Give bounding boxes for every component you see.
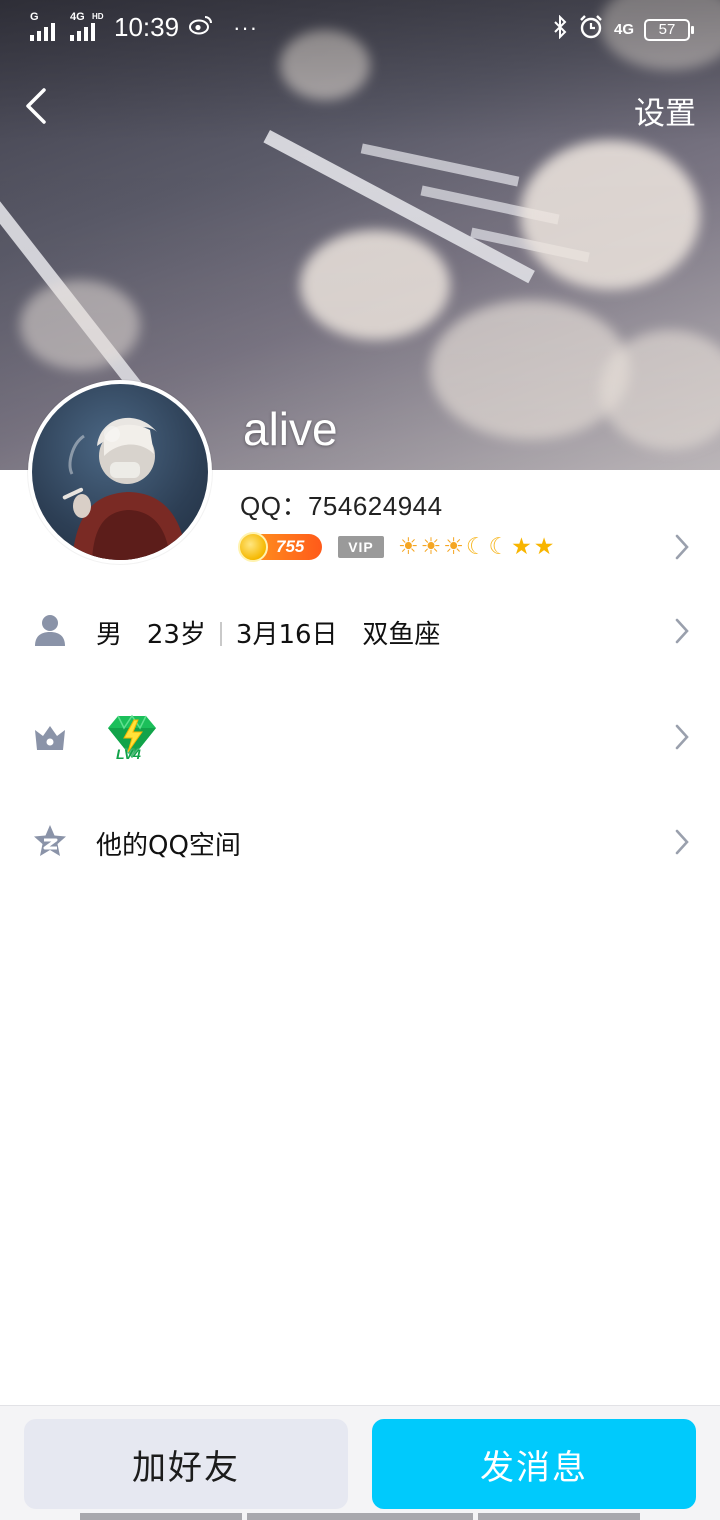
signal-hd-label: HD [92,11,104,21]
qzone-label: 他的QQ空间 [96,831,241,861]
chevron-left-icon [26,88,46,124]
coin-count: 755 [276,537,305,556]
birthday: 3月16日 [235,620,338,650]
signal-icon: 4G HD [70,11,104,41]
green-diamond-lv4-badge[interactable]: LV4 [104,712,160,768]
status-right: 4G 57 [552,14,694,45]
badges-row[interactable]: 755 VIP ☀ ☀ ☀ ☾ ☾ ★ ★ [238,532,554,562]
network-type-icon: 4G [613,21,634,38]
qq-number: QQ：754624944 [240,486,443,523]
qq-number-value: 754624944 [307,491,443,521]
avatar-illustration [62,417,187,560]
alarm-icon [578,14,604,45]
chevron-right-icon [675,829,689,855]
bottom-action-bar: 加好友 发消息 [0,1405,720,1520]
bluetooth-icon [552,14,568,44]
settings-button[interactable]: 设置 [634,88,696,133]
add-friend-button[interactable]: 加好友 [24,1419,348,1509]
back-button[interactable] [18,84,58,128]
chevron-right-icon [675,618,689,644]
battery-icon: 57 [644,18,694,41]
sun-icon: ☀ [420,534,442,560]
nav-bar-indicator[interactable] [478,1513,640,1520]
status-bar: G 4G HD 10:39 ··· 4G 57 [0,0,720,56]
avatar[interactable] [28,380,212,564]
status-left: G 4G HD 10:39 ··· [30,11,259,43]
nav-bar-indicator[interactable] [247,1513,473,1520]
crown-icon [35,726,65,750]
personal-info-row[interactable]: 男 23岁 3月16日 双鱼座 [0,590,720,670]
age: 23岁 [146,620,206,650]
weibo-icon [189,15,213,41]
signal-type-label: 4G [70,10,85,23]
star-icon: ★ [533,534,555,560]
moon-icon: ☾ [465,534,487,560]
star-icon: ★ [511,534,532,560]
more-notifications-icon: ··· [233,14,259,40]
zodiac: 双鱼座 [362,620,441,650]
divider [219,622,222,646]
personal-info-text: 男 23岁 3月16日 双鱼座 [96,614,440,651]
person-icon [35,615,65,646]
qzone-row[interactable]: 他的QQ空间 [0,801,720,881]
coin-badge[interactable]: 755 [238,532,322,562]
privilege-row[interactable]: LV4 [0,696,720,776]
status-time: 10:39 [114,12,180,42]
qzone-star-icon [34,825,66,856]
badge-level-text: LV4 [116,746,141,762]
send-message-button[interactable]: 发消息 [372,1419,696,1509]
sun-icon: ☀ [398,534,419,560]
battery-level: 57 [658,20,676,38]
moon-icon: ☾ [488,534,510,560]
chevron-right-icon[interactable] [674,533,690,561]
signal-icon: G [30,11,60,41]
signal-type-label: G [30,10,39,23]
gender: 男 [96,620,123,650]
sun-icon: ☀ [443,534,464,560]
qq-label: QQ： [240,491,308,521]
nav-bar-indicator[interactable] [80,1513,242,1520]
coin-icon [238,532,268,562]
profile-nickname: alive [243,403,338,455]
vip-badge[interactable]: VIP [338,536,384,558]
qq-level-icons[interactable]: ☀ ☀ ☀ ☾ ☾ ★ ★ [398,534,554,560]
chevron-right-icon [675,724,689,750]
